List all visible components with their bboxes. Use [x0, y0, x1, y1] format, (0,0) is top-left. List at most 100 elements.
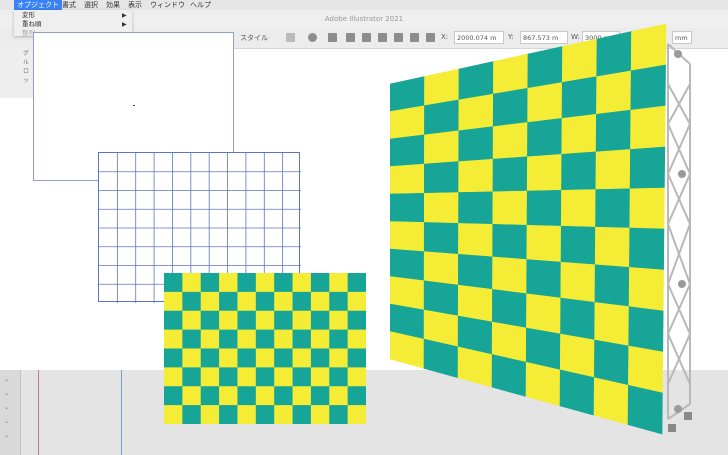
align-left-icon[interactable]: [346, 33, 355, 42]
checker-square: [329, 273, 349, 293]
checker-square: [182, 291, 202, 312]
banner-checker-square: [561, 151, 597, 191]
recolor-icon[interactable]: [308, 33, 317, 42]
banner-checker-square: [492, 156, 528, 193]
banner-checker-square: [527, 82, 563, 123]
checker-square: [347, 273, 366, 293]
tool-chevron-icon[interactable]: ⌄: [4, 390, 14, 398]
banner-checker-square: [390, 134, 425, 167]
banner-checker-square: [526, 224, 562, 263]
tool-chevron-icon[interactable]: ⌄: [4, 418, 14, 426]
checker-square: [182, 405, 202, 424]
banner-checker-square: [594, 264, 630, 308]
banner-checker-square: [630, 24, 667, 72]
menu-select[interactable]: 選択: [84, 0, 98, 10]
menu-item-arrange[interactable]: 重ね順: [22, 20, 42, 29]
align-center-icon[interactable]: [362, 33, 371, 42]
banner-checker-square: [594, 302, 630, 347]
banner-checker-square: [628, 345, 664, 394]
banner-checker-square: [390, 248, 425, 282]
banner-checker-square: [560, 297, 596, 341]
left-panel: グル ロッ: [0, 48, 34, 98]
menu-item-transform[interactable]: 変形: [22, 11, 35, 20]
checker-square: [164, 386, 183, 406]
checker-pattern: [164, 273, 366, 424]
menu-view[interactable]: 表示: [128, 0, 142, 10]
checker-square: [255, 386, 275, 406]
banner-checker-square: [561, 38, 598, 83]
checker-square: [292, 405, 312, 424]
frame-joint: [678, 170, 686, 178]
banner-checker-square: [560, 261, 596, 303]
banner-checker-square: [457, 284, 493, 323]
checker-square: [274, 386, 294, 406]
banner-checker-square: [390, 105, 425, 140]
checker-square: [329, 310, 349, 331]
checker-square: [237, 329, 257, 349]
checker-square: [329, 329, 349, 349]
banner-checker-square: [390, 221, 425, 252]
banner-checker-square: [629, 187, 665, 230]
checker-square: [164, 405, 183, 424]
banner-checker-square: [423, 161, 460, 194]
banner-checker-square: [492, 190, 528, 226]
banner-checker-square: [596, 31, 632, 77]
checker-square: [237, 348, 257, 368]
banner-checker-square: [492, 256, 528, 295]
menu-window[interactable]: ウィンドウ: [150, 0, 185, 10]
checker-square: [329, 291, 349, 312]
banner-checker-square: [458, 93, 494, 132]
checker-square: [200, 329, 220, 349]
checker-square: [292, 386, 312, 406]
checker-square: [255, 367, 275, 387]
menu-help[interactable]: ヘルプ: [190, 0, 211, 10]
checker-square: [200, 348, 220, 368]
guide-line: [121, 370, 122, 455]
checker-square: [274, 310, 294, 331]
anchor-point: [133, 105, 135, 106]
checker-square: [237, 291, 257, 312]
banner-checker-square: [458, 191, 494, 225]
menu-type[interactable]: 書式: [62, 0, 76, 10]
style-dropdown-icon[interactable]: [286, 33, 295, 42]
checker-square: [310, 329, 330, 349]
tool-chevron-icon[interactable]: ⌄: [4, 404, 14, 412]
checker-square: [200, 310, 220, 331]
checker-square: [292, 367, 312, 387]
tool-chevron-icon[interactable]: ⌄: [4, 432, 14, 440]
checker-square: [182, 310, 202, 331]
tool-chevron-icon[interactable]: ⌄: [4, 376, 14, 384]
checker-square: [292, 329, 312, 349]
checker-square: [274, 405, 294, 424]
banner-checker-square: [628, 267, 664, 312]
checker-square: [200, 291, 220, 312]
checker-square: [219, 310, 238, 331]
checker-square: [182, 273, 202, 293]
banner-checker-square: [491, 289, 527, 329]
frame-joint: [678, 280, 686, 288]
checker-square: [237, 310, 257, 331]
menu-object[interactable]: オブジェクト: [14, 0, 62, 10]
opacity-icon[interactable]: [328, 33, 337, 42]
banner-checker-square: [593, 377, 629, 426]
banner-checker-square: [525, 361, 561, 407]
checker-square: [292, 291, 312, 312]
checker-square: [274, 367, 294, 387]
checker-square: [164, 310, 183, 331]
checker-square: [329, 367, 349, 387]
checker-square: [310, 291, 330, 312]
checker-square: [310, 273, 330, 293]
banner-checker-square: [390, 163, 425, 195]
checker-square: [164, 273, 183, 293]
banner-checker-square: [390, 192, 425, 223]
checker-square: [219, 291, 238, 312]
banner-checker-square: [629, 146, 666, 190]
banner-checker-square: [457, 253, 493, 290]
banner-checker-square: [458, 158, 494, 193]
menu-effect[interactable]: 効果: [106, 0, 120, 10]
banner-checker-square: [526, 293, 562, 335]
checker-square: [255, 310, 275, 331]
banner-checker-square: [559, 369, 595, 416]
checker-square: [310, 367, 330, 387]
align-right-icon[interactable]: [378, 33, 387, 42]
